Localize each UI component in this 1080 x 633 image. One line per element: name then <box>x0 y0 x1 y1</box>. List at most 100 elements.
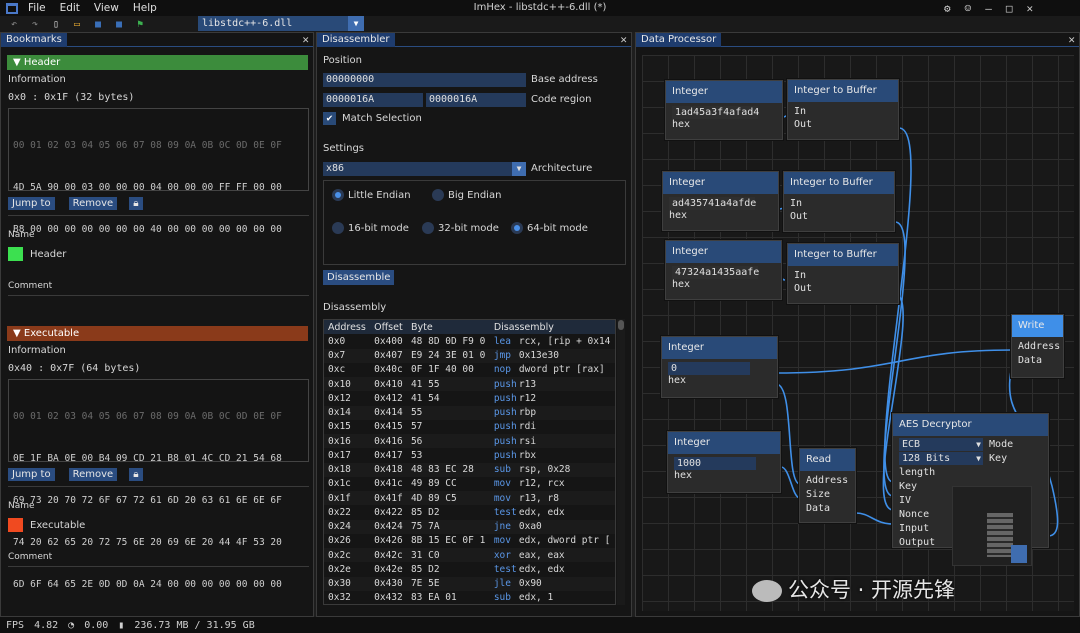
address-pin[interactable]: Address <box>1018 340 1060 354</box>
chevron-down-icon[interactable]: ▼ <box>512 162 526 176</box>
open-file-icon[interactable]: ▭ <box>70 19 84 30</box>
table-row[interactable]: 0x16 0x416 56 push rsi <box>324 434 615 449</box>
undo-icon[interactable]: ↶ <box>7 19 21 30</box>
lock-icon[interactable]: 🔒︎ <box>129 468 143 481</box>
integer-to-buffer-node[interactable]: Integer to Buffer In Out <box>787 79 899 140</box>
maximize-button[interactable]: □ <box>1006 2 1013 15</box>
read-node[interactable]: Read Address Size Data <box>799 448 856 523</box>
integer-input[interactable]: ad435741a4afde <box>669 197 756 210</box>
bookmark-name[interactable]: Executable <box>30 520 85 531</box>
mode-select[interactable]: ECB ▼ <box>899 438 983 451</box>
color-swatch[interactable] <box>8 518 23 532</box>
table-row[interactable]: 0x10 0x410 41 55 push r13 <box>324 377 615 392</box>
integer-node[interactable]: Integer ad435741a4afde hex <box>662 171 779 231</box>
region-end-input[interactable]: 0000016A <box>426 93 526 107</box>
key-length-select[interactable]: 128 Bits ▼ <box>899 452 983 465</box>
table-row[interactable]: 0x22 0x422 85 D2 test edx, edx <box>324 505 615 519</box>
bookmark-header-title[interactable]: ▼ Header <box>7 55 308 70</box>
table-row[interactable]: 0x24 0x424 75 7A jne 0xa0 <box>324 519 615 534</box>
architecture-select[interactable]: x86 ▼ <box>323 162 526 176</box>
close-button[interactable]: ✕ <box>1027 2 1034 15</box>
table-row[interactable]: 0x1c 0x41c 49 89 CC mov r12, rcx <box>324 477 615 491</box>
out-pin[interactable]: Out <box>794 282 892 295</box>
integer-node[interactable]: Integer 1ad45a3f4afad4 hex <box>665 80 783 140</box>
column-header[interactable]: Offset <box>370 320 407 335</box>
integer-node[interactable]: Integer 47324a1435aafe hex <box>665 240 782 300</box>
file-selector[interactable]: libstdc++-6.dll ▼ <box>198 16 364 31</box>
address-pin[interactable]: Address <box>806 474 849 488</box>
disassemble-button[interactable]: Disassemble <box>323 270 395 285</box>
table-row[interactable]: 0x15 0x415 57 push rdi <box>324 420 615 434</box>
column-header[interactable]: Disassembly <box>489 320 615 335</box>
in-pin[interactable]: In <box>794 269 892 282</box>
integer-to-buffer-node[interactable]: Integer to Buffer In Out <box>787 243 899 304</box>
table-row[interactable]: 0x17 0x417 53 push rbx <box>324 448 615 462</box>
color-swatch[interactable] <box>8 247 23 261</box>
minimap[interactable] <box>952 486 1032 566</box>
tab-disassembler[interactable]: Disassembler <box>317 33 395 47</box>
match-selection-checkbox[interactable]: ✔ <box>323 112 336 125</box>
table-row[interactable]: 0x26 0x426 8B 15 EC 0F 1 mov edx, dword ptr … <box>324 534 615 548</box>
save-as-icon[interactable]: ■ <box>112 19 126 30</box>
integer-input[interactable]: 1ad45a3f4afad4 <box>672 106 759 119</box>
integer-input[interactable]: 47324a1435aafe <box>672 266 759 279</box>
node-title: Integer <box>666 241 781 263</box>
integer-input[interactable]: 1000 <box>674 457 756 470</box>
table-row[interactable]: 0x14 0x414 55 push rbp <box>324 405 615 420</box>
write-node[interactable]: Write Address Data <box>1011 314 1064 378</box>
table-row[interactable]: 0x12 0x412 41 54 push r12 <box>324 391 615 405</box>
table-row[interactable]: 0x2e 0x42e 85 D2 test edx, edx <box>324 562 615 576</box>
data-pin[interactable]: Data <box>806 502 849 516</box>
settings-icon[interactable]: ⚙ <box>944 2 951 15</box>
close-icon[interactable]: ✕ <box>302 33 309 46</box>
minimize-button[interactable]: — <box>985 2 992 15</box>
out-pin[interactable]: Out <box>790 210 888 223</box>
remove-button[interactable]: Remove <box>68 468 118 481</box>
column-header[interactable]: Address <box>324 320 371 335</box>
mode-64-radio[interactable]: 64-bit mode <box>511 222 588 234</box>
close-icon[interactable]: ✕ <box>620 33 627 46</box>
integer-to-buffer-node[interactable]: Integer to Buffer In Out <box>783 171 895 232</box>
table-row[interactable]: 0x1f 0x41f 4D 89 C5 mov r13, r8 <box>324 491 615 506</box>
table-row[interactable]: 0x0 0x400 48 8D 0D F9 0 lea rcx, [rip + 0x14 <box>324 334 615 348</box>
bookmark-icon[interactable]: ⚑ <box>133 19 147 30</box>
table-row[interactable]: 0xc 0x40c 0F 1F 40 00 nop dword ptr [rax] <box>324 363 615 377</box>
region-start-input[interactable]: 0000016A <box>323 93 423 107</box>
close-icon[interactable]: ✕ <box>1068 33 1075 46</box>
chevron-down-icon[interactable]: ▼ <box>348 16 364 31</box>
table-row[interactable]: 0x32 0x432 83 EA 01 sub edx, 1 <box>324 591 615 604</box>
table-row[interactable]: 0x2c 0x42c 31 C0 xor eax, eax <box>324 548 615 563</box>
integer-input[interactable]: 0 <box>668 362 750 375</box>
tab-data-processor[interactable]: Data Processor <box>636 33 722 47</box>
scrollbar[interactable] <box>617 319 625 605</box>
integer-node[interactable]: Integer 1000 hex <box>667 431 781 493</box>
base-address-input[interactable]: 00000000 <box>323 73 526 87</box>
bookmark-name[interactable]: Header <box>30 249 66 260</box>
tab-bookmarks[interactable]: Bookmarks <box>1 33 67 47</box>
table-row[interactable]: 0x18 0x418 48 83 EC 28 sub rsp, 0x28 <box>324 462 615 477</box>
mode-16-radio[interactable]: 16-bit mode <box>332 222 409 234</box>
little-endian-radio[interactable]: Little Endian <box>332 189 411 201</box>
smile-icon[interactable]: ☺ <box>965 2 972 15</box>
out-pin[interactable]: Out <box>794 118 892 131</box>
data-pin[interactable]: Data <box>1018 354 1057 368</box>
in-pin[interactable]: In <box>794 105 892 118</box>
mode-32-radio[interactable]: 32-bit mode <box>422 222 499 234</box>
integer-node[interactable]: Integer 0 hex <box>661 336 778 398</box>
jump-to-button[interactable]: Jump to <box>8 197 55 210</box>
table-row[interactable]: 0x30 0x430 7E 5E jle 0x90 <box>324 576 615 591</box>
bookmarks-panel: Bookmarks ✕ ▼ Header Information 0x0 : 0… <box>0 32 314 617</box>
new-file-icon[interactable]: ▯ <box>49 19 63 30</box>
save-icon[interactable]: ■ <box>91 19 105 30</box>
in-pin[interactable]: In <box>790 197 888 210</box>
lock-icon[interactable]: 🔒︎ <box>129 197 143 210</box>
column-header[interactable]: Byte <box>406 320 490 335</box>
size-pin[interactable]: Size <box>806 488 849 502</box>
jump-to-button[interactable]: Jump to <box>8 468 55 481</box>
big-endian-radio[interactable]: Big Endian <box>432 189 501 201</box>
bookmark-executable-title[interactable]: ▼ Executable <box>7 326 308 341</box>
redo-icon[interactable]: ↷ <box>28 19 42 30</box>
scrollbar-thumb[interactable] <box>618 320 624 330</box>
remove-button[interactable]: Remove <box>68 197 118 210</box>
table-row[interactable]: 0x7 0x407 E9 24 3E 01 0 jmp 0x13e30 <box>324 348 615 363</box>
